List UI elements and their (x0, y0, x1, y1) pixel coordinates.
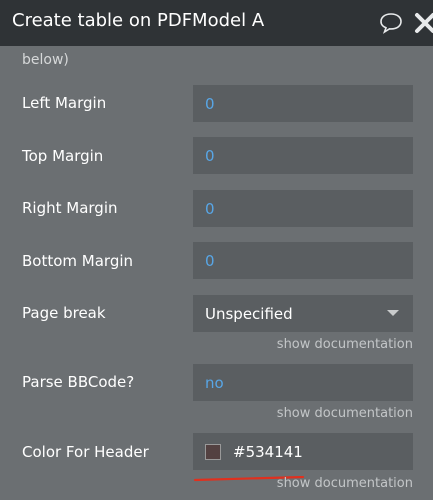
color-swatch[interactable] (205, 443, 221, 460)
bottom-margin-input[interactable]: 0 (193, 242, 413, 279)
parse-bbcode-input[interactable]: no (193, 364, 413, 401)
parse-bbcode-show-documentation-link[interactable]: show documentation (277, 406, 413, 421)
speech-bubble-icon[interactable] (379, 12, 403, 34)
color-for-header-show-documentation-link[interactable]: show documentation (277, 476, 413, 491)
color-for-header-label: Color For Header (22, 443, 149, 461)
top-margin-label: Top Margin (22, 147, 104, 165)
page-break-dropdown[interactable]: Unspecified (193, 295, 413, 332)
truncated-description-text: below) (22, 52, 69, 68)
panel-title: Create table on PDFModel A (12, 10, 265, 31)
chevron-down-icon (387, 310, 399, 316)
left-margin-input[interactable]: 0 (193, 85, 413, 122)
page-break-value: Unspecified (205, 304, 293, 323)
color-for-header-input[interactable]: #534141 (193, 433, 413, 470)
left-margin-label: Left Margin (22, 94, 107, 112)
top-margin-input[interactable]: 0 (193, 137, 413, 174)
page-break-label: Page break (22, 304, 106, 322)
page-break-show-documentation-link[interactable]: show documentation (277, 337, 413, 352)
close-icon[interactable] (414, 11, 433, 35)
color-for-header-value: #534141 (233, 442, 303, 461)
parse-bbcode-label: Parse BBCode? (22, 373, 135, 391)
right-margin-input[interactable]: 0 (193, 190, 413, 227)
right-margin-label: Right Margin (22, 199, 118, 217)
panel-titlebar: Create table on PDFModel A (0, 0, 433, 46)
bottom-margin-label: Bottom Margin (22, 252, 134, 270)
